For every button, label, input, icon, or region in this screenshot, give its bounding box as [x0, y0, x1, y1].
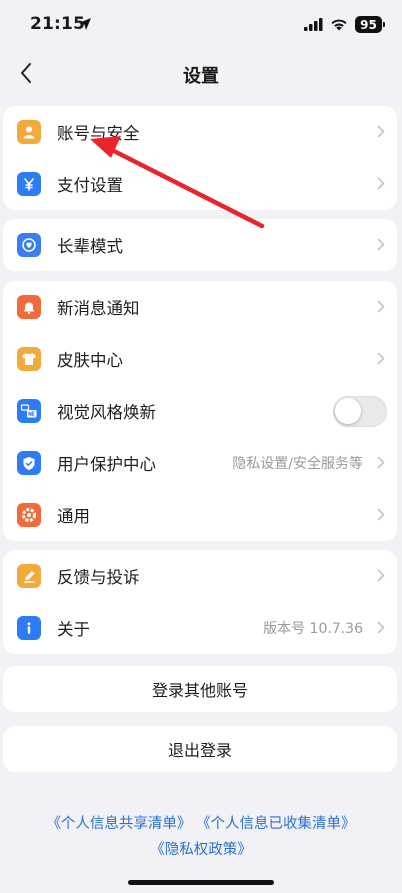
row-label: 视觉风格焕新: [57, 403, 156, 422]
battery-indicator: 95: [355, 16, 385, 33]
visual-style-toggle[interactable]: [333, 396, 387, 427]
switch-account-button[interactable]: 登录其他账号: [3, 666, 397, 712]
row-label: 反馈与投诉: [57, 568, 140, 587]
row-label: 皮肤中心: [57, 351, 123, 370]
pen-icon: [17, 564, 41, 588]
flower-icon: [17, 503, 41, 527]
shared-info-list-link[interactable]: 《个人信息共享清单》: [46, 816, 191, 832]
page-title: 设置: [183, 66, 219, 87]
row-label: 新消息通知: [57, 299, 140, 318]
location-arrow-icon: [79, 18, 91, 30]
row-user-protection[interactable]: 用户保护中心 隐私设置/安全服务等: [3, 437, 397, 489]
chevron-right-icon: [377, 621, 385, 634]
row-general[interactable]: 通用: [3, 489, 397, 541]
chevron-right-icon: [377, 352, 385, 365]
privacy-policy-link[interactable]: 《隐私权政策》: [150, 842, 252, 858]
row-feedback[interactable]: 反馈与投诉: [3, 550, 397, 602]
shield-icon: [17, 451, 41, 475]
bell-icon: [17, 295, 41, 319]
chevron-right-icon: [377, 456, 385, 469]
collected-info-list-link[interactable]: 《个人信息已收集清单》: [196, 816, 356, 832]
chevron-right-icon: [377, 177, 385, 190]
row-label: 支付设置: [57, 176, 123, 195]
version-text: 版本号 10.7.36: [263, 621, 363, 637]
row-notifications[interactable]: 新消息通知: [3, 281, 397, 333]
cellular-signal-icon: [304, 18, 323, 31]
settings-group-general: 新消息通知 皮肤中心 视觉风格焕新 用户保护中心 隐私设置/安全服务等 通用: [3, 281, 397, 541]
user-icon: [17, 120, 41, 144]
chevron-right-icon: [377, 569, 385, 582]
settings-group-account: 账号与安全 支付设置: [3, 106, 397, 210]
row-label: 关于: [57, 620, 90, 639]
home-indicator: [128, 880, 274, 885]
logout-label: 退出登录: [167, 741, 232, 760]
row-visual-style: 视觉风格焕新: [3, 385, 397, 437]
row-label: 通用: [57, 507, 90, 526]
row-payment-settings[interactable]: 支付设置: [3, 158, 397, 210]
new-style-icon: [17, 399, 41, 423]
row-elder-mode[interactable]: 长辈模式: [3, 219, 397, 271]
chevron-right-icon: [377, 125, 385, 138]
chevron-right-icon: [377, 300, 385, 313]
logout-button[interactable]: 退出登录: [3, 726, 397, 772]
row-account-security[interactable]: 账号与安全: [3, 106, 397, 158]
status-time: 21:15: [30, 14, 86, 34]
switch-account-label: 登录其他账号: [151, 681, 248, 700]
row-label: 长辈模式: [57, 237, 123, 256]
info-icon: [17, 616, 41, 640]
chevron-right-icon: [377, 508, 385, 521]
status-bar: 21:15 95: [0, 0, 402, 52]
settings-group-about: 反馈与投诉 关于 版本号 10.7.36: [3, 550, 397, 654]
heart-icon: [17, 233, 41, 257]
row-detail: 隐私设置/安全服务等: [232, 456, 363, 472]
row-label: 用户保护中心: [57, 455, 156, 474]
chevron-right-icon: [377, 238, 385, 251]
wifi-icon: [331, 19, 347, 31]
toggle-knob: [335, 398, 361, 424]
nav-bar: 设置: [0, 52, 402, 94]
footer-links-row: 《个人信息共享清单》 《个人信息已收集清单》: [0, 812, 402, 833]
settings-group-elder: 长辈模式: [3, 219, 397, 271]
battery-level: 95: [360, 17, 377, 32]
row-skin-center[interactable]: 皮肤中心: [3, 333, 397, 385]
yen-icon: [17, 172, 41, 196]
status-icons: 95: [304, 16, 385, 33]
row-label: 账号与安全: [57, 124, 140, 143]
shirt-icon: [17, 347, 41, 371]
footer-privacy-row: 《隐私权政策》: [0, 838, 402, 859]
row-about[interactable]: 关于 版本号 10.7.36: [3, 602, 397, 654]
